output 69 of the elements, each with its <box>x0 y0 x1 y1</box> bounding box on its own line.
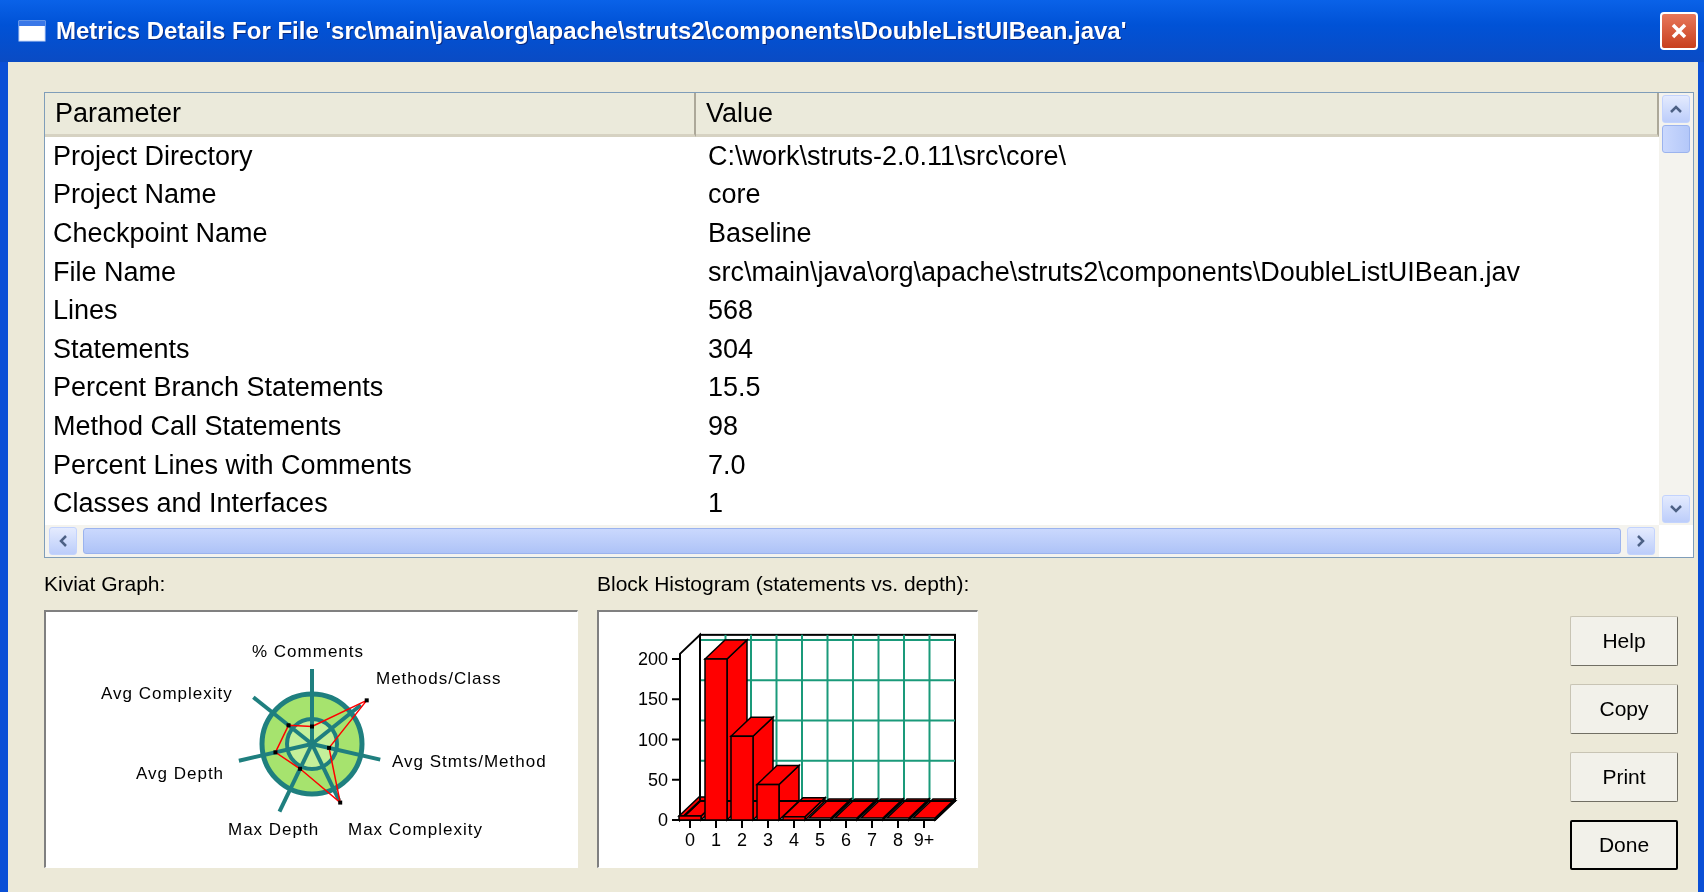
axis-tick-label: 5 <box>815 830 825 850</box>
chevron-down-icon <box>1669 504 1683 514</box>
axis-tick-label: 8 <box>893 830 903 850</box>
table-cell-text: File Name <box>52 255 178 289</box>
horizontal-scrollbar[interactable] <box>45 525 1659 557</box>
scroll-thumb[interactable] <box>1662 125 1690 153</box>
chevron-left-icon <box>58 534 68 548</box>
table-cell-text: Project Name <box>52 178 218 212</box>
axis-tick-label: 4 <box>789 830 799 850</box>
table-cell-text: 1 <box>707 487 725 521</box>
window-icon <box>18 20 46 42</box>
scroll-up-button[interactable] <box>1662 95 1690 123</box>
dialog-button[interactable]: Done <box>1570 820 1678 870</box>
dialog-button[interactable]: Help <box>1570 616 1678 666</box>
axis-tick-label: 2 <box>737 830 747 850</box>
chevron-up-icon <box>1669 104 1683 114</box>
table-cell-text: src\main\java\org\apache\struts2\components\DoubleListUIBean.jav <box>707 255 1521 289</box>
table-cell-text: Statements <box>52 332 191 366</box>
table-cell-text: core <box>707 178 762 212</box>
axis-tick-label: 9+ <box>913 830 935 850</box>
dialog-button[interactable]: Print <box>1570 752 1678 802</box>
histogram-bar <box>678 815 702 821</box>
axis-tick-label: 100 <box>637 729 668 750</box>
scroll-thumb[interactable] <box>83 528 1621 554</box>
axis-tick-label: 1 <box>711 830 721 850</box>
axis-tick-label: 150 <box>637 689 668 710</box>
axis-tick-label: 0 <box>685 830 695 850</box>
table-cell-text: 7.0 <box>707 448 747 482</box>
table-cell-text: C:\work\struts-2.0.11\src\core\ <box>707 139 1068 173</box>
vertical-scrollbar[interactable] <box>1659 93 1693 525</box>
histogram-bar <box>782 816 806 821</box>
axis-label: Avg Stmts/Method <box>392 752 547 771</box>
axis-label: Methods/Class <box>376 669 502 688</box>
table-cell-text: 568 <box>707 294 755 328</box>
scroll-right-button[interactable] <box>1627 527 1655 555</box>
axis-tick-label: 0 <box>658 810 668 830</box>
table-cell-text: Checkpoint Name <box>52 217 269 250</box>
section-label: Block Histogram (statements vs. depth): <box>597 572 971 597</box>
axis-label: Avg Depth <box>136 764 225 783</box>
close-button[interactable] <box>1660 12 1698 50</box>
dialog-button[interactable]: Copy <box>1570 684 1678 734</box>
axis-label: % Comments <box>252 642 365 661</box>
axis-tick-label: 3 <box>763 830 773 850</box>
scroll-down-button[interactable] <box>1662 495 1690 523</box>
table-cell-text: Percent Lines with Comments <box>52 448 413 482</box>
table-cell-text: Method Call Statements <box>52 409 343 443</box>
axis-tick-label: 200 <box>637 649 668 669</box>
axis-label: Avg Complexity <box>101 684 233 703</box>
histogram-bar <box>756 783 780 821</box>
axis-tick-label: 50 <box>647 769 668 790</box>
table-cell-text: Project Directory <box>52 139 254 173</box>
table-cell-text: Percent Branch Statements <box>52 371 385 405</box>
axis-tick-label: 7 <box>867 830 877 850</box>
table-cell-text: 304 <box>707 332 755 366</box>
column-header[interactable]: Parameter <box>45 93 696 137</box>
close-icon <box>1669 21 1689 41</box>
table-cell-text: Classes and Interfaces <box>52 487 329 521</box>
axis-label: Max Complexity <box>348 820 483 839</box>
column-header[interactable]: Value <box>696 93 1659 137</box>
table-cell-text: Lines <box>52 294 119 328</box>
table-cell-text: 98 <box>707 409 740 443</box>
axis-tick-label: 6 <box>841 830 851 850</box>
axis-label: Max Depth <box>228 820 320 839</box>
scroll-left-button[interactable] <box>49 527 77 555</box>
table-cell-text: 15.5 <box>707 371 762 405</box>
table-cell-text: Baseline <box>707 217 813 250</box>
section-label: Kiviat Graph: <box>44 572 167 597</box>
window-title: Metrics Details For File 'src\main\java\org\apache\struts2\components\DoubleListUIBean.java' <box>56 17 1128 45</box>
chevron-right-icon <box>1636 534 1646 548</box>
